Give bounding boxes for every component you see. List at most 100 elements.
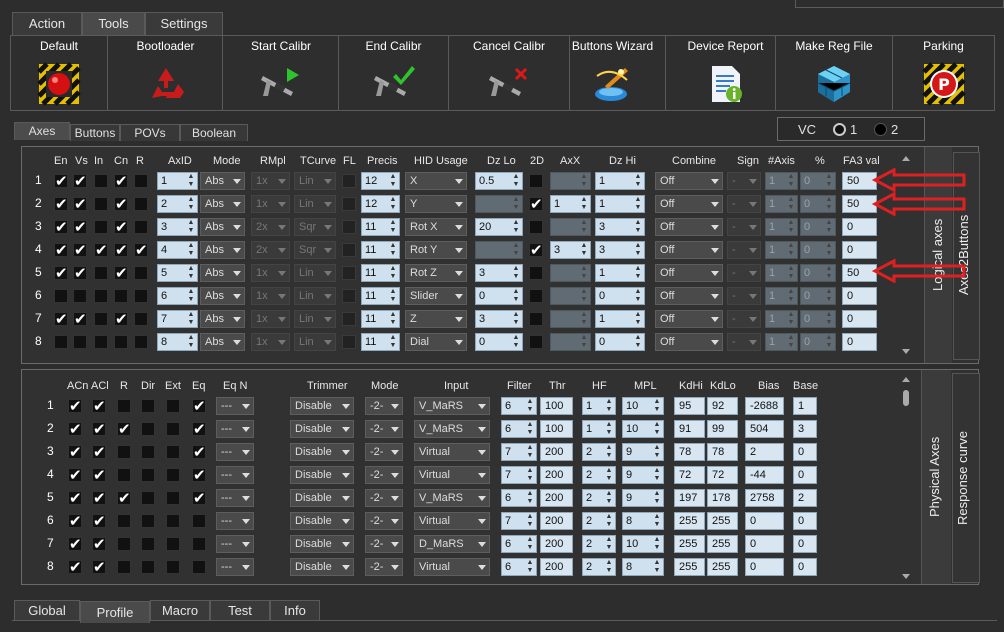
filter-spinner[interactable]: 6 ▲ ▼ <box>501 397 537 415</box>
percent-field-arrows-icon[interactable]: ▲ ▼ <box>825 311 833 327</box>
mpl-spinner-arrows-icon[interactable]: ▲ ▼ <box>653 513 661 529</box>
axx-spinner-arrows-icon[interactable]: ▲ ▼ <box>580 311 588 327</box>
mode-dropdown[interactable]: Abs <box>200 264 245 282</box>
logical-cn-checkbox[interactable] <box>114 241 128 259</box>
mode-dropdown[interactable]: Abs <box>200 310 245 328</box>
tcurve-dropdown[interactable]: Lin <box>294 172 336 190</box>
logical-en-checkbox[interactable] <box>54 195 68 213</box>
dz-lo-spinner[interactable]: 3 ▲ ▼ <box>475 310 523 328</box>
logical-cn-checkbox[interactable] <box>114 264 128 282</box>
dz-hi-spinner[interactable]: 0 ▲ ▼ <box>595 287 645 305</box>
logical-cn-checkbox[interactable] <box>114 218 128 236</box>
dz-hi-spinner[interactable]: 1 ▲ ▼ <box>595 172 645 190</box>
kdhi-field[interactable]: 255 <box>674 558 705 576</box>
input-dropdown[interactable]: V_MaRS <box>414 397 490 415</box>
vc-radio-1[interactable] <box>833 123 846 136</box>
logical-vs-checkbox[interactable] <box>73 264 87 282</box>
logical-vs-checkbox[interactable] <box>73 289 87 303</box>
logical-vs-checkbox[interactable] <box>73 241 87 259</box>
physical-acl-checkbox[interactable] <box>92 443 106 461</box>
filter-spinner-arrows-icon[interactable]: ▲ ▼ <box>526 490 534 506</box>
physical-r-checkbox[interactable] <box>117 445 131 459</box>
fl-checkbox[interactable] <box>342 197 356 211</box>
physical-eq-checkbox[interactable] <box>192 489 206 507</box>
logical-en-checkbox[interactable] <box>54 335 68 349</box>
tcurve-dropdown[interactable]: Lin <box>294 310 336 328</box>
filter-spinner[interactable]: 7 ▲ ▼ <box>501 443 537 461</box>
physical-eq-checkbox[interactable] <box>192 466 206 484</box>
input-dropdown[interactable]: V_MaRS <box>414 489 490 507</box>
thr-field[interactable]: 100 <box>540 420 573 438</box>
toolbar-button-end-calibr[interactable]: End Calibr <box>339 36 449 110</box>
tab-profile[interactable]: Profile <box>80 601 150 623</box>
hf-spinner[interactable]: 2 ▲ ▼ <box>582 535 616 553</box>
hid-usage-dropdown[interactable]: Rot X <box>405 218 467 236</box>
tab-tools[interactable]: Tools <box>82 12 145 36</box>
rmpl-dropdown[interactable]: 2x <box>251 218 290 236</box>
mpl-spinner[interactable]: 9 ▲ ▼ <box>622 489 664 507</box>
tcurve-dropdown[interactable]: Lin <box>294 333 336 351</box>
naxis-spinner-arrows-icon[interactable]: ▲ ▼ <box>787 219 795 235</box>
precis-spinner-arrows-icon[interactable]: ▲ ▼ <box>389 265 397 281</box>
bias-field[interactable]: 0 <box>745 512 784 530</box>
fa3-value-field[interactable]: 0 <box>842 287 877 305</box>
kdhi-field[interactable]: 255 <box>674 512 705 530</box>
bias-field[interactable]: -44 <box>745 466 784 484</box>
precis-spinner-arrows-icon[interactable]: ▲ ▼ <box>389 242 397 258</box>
axid-spinner-arrows-icon[interactable]: ▲ ▼ <box>187 219 195 235</box>
logical-cn-checkbox[interactable] <box>114 172 128 190</box>
precis-spinner-arrows-icon[interactable]: ▲ ▼ <box>389 311 397 327</box>
naxis-spinner-arrows-icon[interactable]: ▲ ▼ <box>787 242 795 258</box>
kdlo-field[interactable]: 78 <box>707 443 738 461</box>
toolbar-button-device-report[interactable]: Device Report <box>676 36 776 110</box>
base-field[interactable]: 0 <box>793 535 817 553</box>
axid-spinner-arrows-icon[interactable]: ▲ ▼ <box>187 265 195 281</box>
bias-field[interactable]: 504 <box>745 420 784 438</box>
axid-spinner-arrows-icon[interactable]: ▲ ▼ <box>187 334 195 350</box>
axx-spinner-arrows-icon[interactable]: ▲ ▼ <box>580 265 588 281</box>
physical-mode-dropdown[interactable]: -2- <box>365 558 403 576</box>
axid-spinner[interactable]: 8 ▲ ▼ <box>157 333 198 351</box>
input-dropdown[interactable]: Virtual <box>414 466 490 484</box>
trimmer-dropdown[interactable]: Disable <box>290 420 354 438</box>
logical-vs-checkbox[interactable] <box>73 310 87 328</box>
trimmer-dropdown[interactable]: Disable <box>290 443 354 461</box>
hf-spinner-arrows-icon[interactable]: ▲ ▼ <box>605 398 613 414</box>
fl-checkbox[interactable] <box>342 335 356 349</box>
hid-usage-dropdown[interactable]: Rot Z <box>405 264 467 282</box>
mode-dropdown[interactable]: Abs <box>200 218 245 236</box>
percent-field-arrows-icon[interactable]: ▲ ▼ <box>825 196 833 212</box>
logical-en-checkbox[interactable] <box>54 264 68 282</box>
physical-r-checkbox[interactable] <box>117 468 131 482</box>
bias-field[interactable]: -2688 <box>745 397 784 415</box>
physical-acn-checkbox[interactable] <box>68 466 82 484</box>
combine-dropdown[interactable]: Off <box>655 195 723 213</box>
physical-acn-checkbox[interactable] <box>68 397 82 415</box>
physical-ext-checkbox[interactable] <box>166 399 180 413</box>
rmpl-dropdown[interactable]: 2x <box>251 241 290 259</box>
naxis-spinner[interactable]: 1 ▲ ▼ <box>765 172 798 190</box>
mode-dropdown[interactable]: Abs <box>200 172 245 190</box>
axx-spinner[interactable]: ▲ ▼ <box>550 264 591 282</box>
axid-spinner[interactable]: 3 ▲ ▼ <box>157 218 198 236</box>
percent-field[interactable]: 0 ▲ ▼ <box>800 195 836 213</box>
base-field[interactable]: 3 <box>793 420 817 438</box>
axid-spinner[interactable]: 7 ▲ ▼ <box>157 310 198 328</box>
axx-spinner-arrows-icon[interactable]: ▲ ▼ <box>580 242 588 258</box>
precis-spinner-arrows-icon[interactable]: ▲ ▼ <box>389 288 397 304</box>
physical-eq-checkbox[interactable] <box>192 514 206 528</box>
base-field[interactable]: 2 <box>793 489 817 507</box>
precis-spinner-arrows-icon[interactable]: ▲ ▼ <box>389 196 397 212</box>
physical-eq-checkbox[interactable] <box>192 397 206 415</box>
bias-field[interactable]: 2 <box>745 443 784 461</box>
tab-settings[interactable]: Settings <box>145 12 223 36</box>
hf-spinner[interactable]: 1 ▲ ▼ <box>582 420 616 438</box>
dz-hi-spinner-arrows-icon[interactable]: ▲ ▼ <box>634 311 642 327</box>
fa3-value-field[interactable]: 0 <box>842 333 877 351</box>
base-field[interactable]: 1 <box>793 397 817 415</box>
axid-spinner-arrows-icon[interactable]: ▲ ▼ <box>187 242 195 258</box>
trimmer-dropdown[interactable]: Disable <box>290 489 354 507</box>
logical-in-checkbox[interactable] <box>94 266 108 280</box>
filter-spinner[interactable]: 6 ▲ ▼ <box>501 489 537 507</box>
logical-en-checkbox[interactable] <box>54 172 68 190</box>
